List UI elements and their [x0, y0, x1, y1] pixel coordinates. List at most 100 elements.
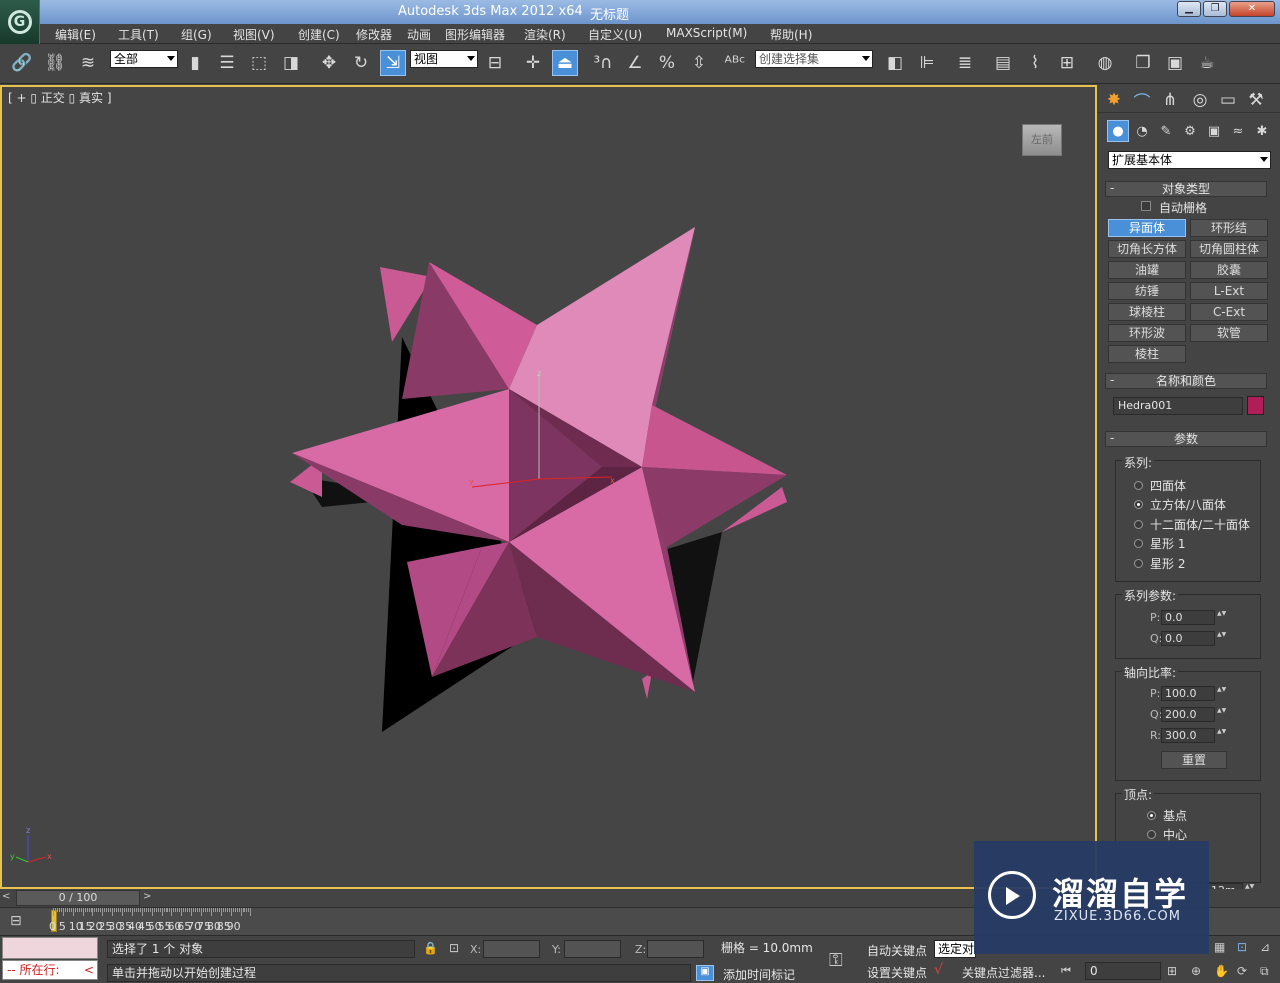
chamfer-cyl-button[interactable]: 切角圆柱体: [1190, 240, 1268, 258]
capsule-button[interactable]: 胶囊: [1190, 261, 1268, 279]
family-p-spinner[interactable]: 0.0: [1161, 610, 1215, 625]
parameters-rollout-header[interactable]: - 参数: [1105, 431, 1267, 447]
object-type-rollout-header[interactable]: - 对象类型: [1105, 181, 1267, 197]
move-icon[interactable]: ✥: [316, 50, 342, 76]
time-config-icon[interactable]: ⊞: [1167, 964, 1177, 978]
mirror-icon[interactable]: ◧: [882, 50, 908, 76]
edit-named-selection-icon[interactable]: ᴬᴮᶜ: [722, 50, 748, 76]
render-teapot-icon[interactable]: ☕: [1194, 50, 1220, 76]
rotate-icon[interactable]: ↻: [348, 50, 374, 76]
family-p-spinner-arrows[interactable]: ▲▼: [1217, 610, 1226, 625]
hierarchy-tab-icon[interactable]: ⋔: [1157, 87, 1183, 113]
set-key-button[interactable]: 设置关键点: [867, 964, 927, 981]
time-next-arrow-icon[interactable]: >: [143, 891, 155, 905]
menu-group[interactable]: 组(G): [181, 26, 212, 43]
current-frame-field[interactable]: 0: [1085, 962, 1161, 980]
gengon-button[interactable]: 球棱柱: [1108, 303, 1186, 321]
maxscript-mini-listener[interactable]: [2, 937, 98, 959]
axis-r-spinner-arrows[interactable]: ▲▼: [1217, 728, 1226, 743]
object-name-field[interactable]: Hedra001: [1113, 397, 1243, 415]
menu-tools[interactable]: 工具(T): [118, 26, 159, 43]
align-icon[interactable]: ⊫: [914, 50, 940, 76]
axis-p-spinner-arrows[interactable]: ▲▼: [1217, 686, 1226, 701]
prism-button[interactable]: 棱柱: [1108, 345, 1186, 363]
schematic-view-icon[interactable]: ⊞: [1054, 50, 1080, 76]
absolute-mode-icon[interactable]: ⊡: [449, 941, 459, 955]
selection-lock-icon[interactable]: 🔒: [423, 941, 438, 955]
select-object-icon[interactable]: ▮: [182, 50, 208, 76]
selection-set-dropdown[interactable]: 选定对: [934, 940, 976, 958]
select-by-name-icon[interactable]: ☰: [214, 50, 240, 76]
rendered-frame-icon[interactable]: ▣: [1162, 50, 1188, 76]
time-slider[interactable]: 0 / 100: [16, 890, 140, 906]
reset-button[interactable]: 重置: [1161, 751, 1227, 769]
orbit-icon[interactable]: ⟳: [1237, 964, 1247, 978]
add-time-tag-label[interactable]: 添加时间标记: [723, 966, 795, 983]
pan-icon[interactable]: ✋: [1214, 964, 1229, 978]
zoom-extents-all-icon[interactable]: ⊡: [1237, 940, 1247, 954]
helpers-subtab-icon[interactable]: ▣: [1203, 120, 1225, 142]
link-icon[interactable]: 🔗: [9, 50, 35, 76]
vertex-radio-center[interactable]: [1147, 830, 1156, 839]
geometry-category-dropdown[interactable]: 扩展基本体: [1108, 151, 1271, 169]
field-of-view-icon[interactable]: ⊿: [1260, 940, 1270, 954]
layer-manager-icon[interactable]: ≣: [952, 50, 978, 76]
family-radio-star1[interactable]: [1134, 539, 1143, 548]
close-button[interactable]: ✕: [1229, 1, 1275, 17]
goto-start-icon[interactable]: ⏮: [1061, 964, 1071, 978]
systems-subtab-icon[interactable]: ✱: [1251, 120, 1273, 142]
minimize-button[interactable]: ▁: [1177, 1, 1201, 17]
menu-views[interactable]: 视图(V): [233, 26, 275, 43]
x-coordinate-field[interactable]: [483, 940, 540, 958]
utilities-tab-icon[interactable]: ⚒: [1243, 87, 1269, 113]
menu-customize[interactable]: 自定义(U): [588, 26, 642, 43]
shapes-subtab-icon[interactable]: ◔: [1131, 120, 1153, 142]
reference-coord-dropdown[interactable]: 视图: [410, 50, 478, 68]
axis-q-spinner-arrows[interactable]: ▲▼: [1217, 707, 1226, 722]
maximize-viewport-icon[interactable]: ⧉: [1260, 964, 1269, 979]
cameras-subtab-icon[interactable]: ⚙: [1179, 120, 1201, 142]
maximize-button[interactable]: ❐: [1203, 1, 1227, 17]
menu-help[interactable]: 帮助(H): [770, 26, 812, 43]
display-tab-icon[interactable]: ▭: [1215, 87, 1241, 113]
graphite-tools-icon[interactable]: ▤: [990, 50, 1016, 76]
family-radio-tetra[interactable]: [1134, 481, 1143, 490]
spindle-button[interactable]: 纺锤: [1108, 282, 1186, 300]
menu-rendering[interactable]: 渲染(R): [524, 26, 566, 43]
auto-key-button[interactable]: 自动关键点: [867, 942, 927, 959]
family-q-spinner-arrows[interactable]: ▲▼: [1217, 631, 1226, 646]
vertex-radio-basepoint[interactable]: [1147, 811, 1156, 820]
zoom-all-icon[interactable]: ▦: [1214, 940, 1225, 954]
rect-selection-icon[interactable]: ⬚: [246, 50, 272, 76]
ringwave-button[interactable]: 环形波: [1108, 324, 1186, 342]
object-color-swatch[interactable]: [1247, 396, 1264, 415]
keyboard-shortcut-override-icon[interactable]: ⏏: [552, 50, 578, 76]
set-key-icon[interactable]: ⚿: [829, 950, 843, 971]
angle-snap-icon[interactable]: ∠: [622, 50, 648, 76]
mini-curve-editor-icon[interactable]: ⊟: [10, 913, 32, 931]
chamfer-box-button[interactable]: 切角长方体: [1108, 240, 1186, 258]
zoom-extents-icon[interactable]: ⊕: [1191, 964, 1201, 978]
menu-edit[interactable]: 编辑(E): [55, 26, 96, 43]
menu-maxscript[interactable]: MAXScript(M): [666, 26, 747, 40]
hose-button[interactable]: 软管: [1190, 324, 1268, 342]
menu-graph-editors[interactable]: 图形编辑器: [445, 26, 505, 43]
spinner-snap-icon[interactable]: ⇳: [686, 50, 712, 76]
torus-knot-button[interactable]: 环形结: [1190, 219, 1268, 237]
scale-icon[interactable]: ⇲: [380, 50, 406, 76]
family-radio-cube-octa[interactable]: [1134, 500, 1143, 509]
c-ext-button[interactable]: C-Ext: [1190, 303, 1268, 321]
family-q-spinner[interactable]: 0.0: [1161, 631, 1215, 646]
key-filters-button[interactable]: 关键点过滤器...: [962, 964, 1045, 981]
time-prev-arrow-icon[interactable]: <: [2, 891, 14, 905]
axis-q-spinner[interactable]: 200.0: [1161, 707, 1215, 722]
menu-animation[interactable]: 动画: [407, 26, 431, 43]
perspective-viewport[interactable]: [ + ▯ 正交 ▯ 真实 ] 左前 z y x z x y: [0, 85, 1097, 889]
oil-tank-button[interactable]: 油罐: [1108, 261, 1186, 279]
bind-spacewarp-icon[interactable]: ≋: [75, 50, 101, 76]
modify-tab-icon[interactable]: ⌒: [1129, 87, 1155, 113]
curve-editor-icon[interactable]: ⌇: [1022, 50, 1048, 76]
time-tag-icon[interactable]: ▣: [696, 965, 714, 981]
window-crossing-icon[interactable]: ◨: [278, 50, 304, 76]
maxscript-listener-line[interactable]: -- 所在行: <: [2, 960, 98, 980]
